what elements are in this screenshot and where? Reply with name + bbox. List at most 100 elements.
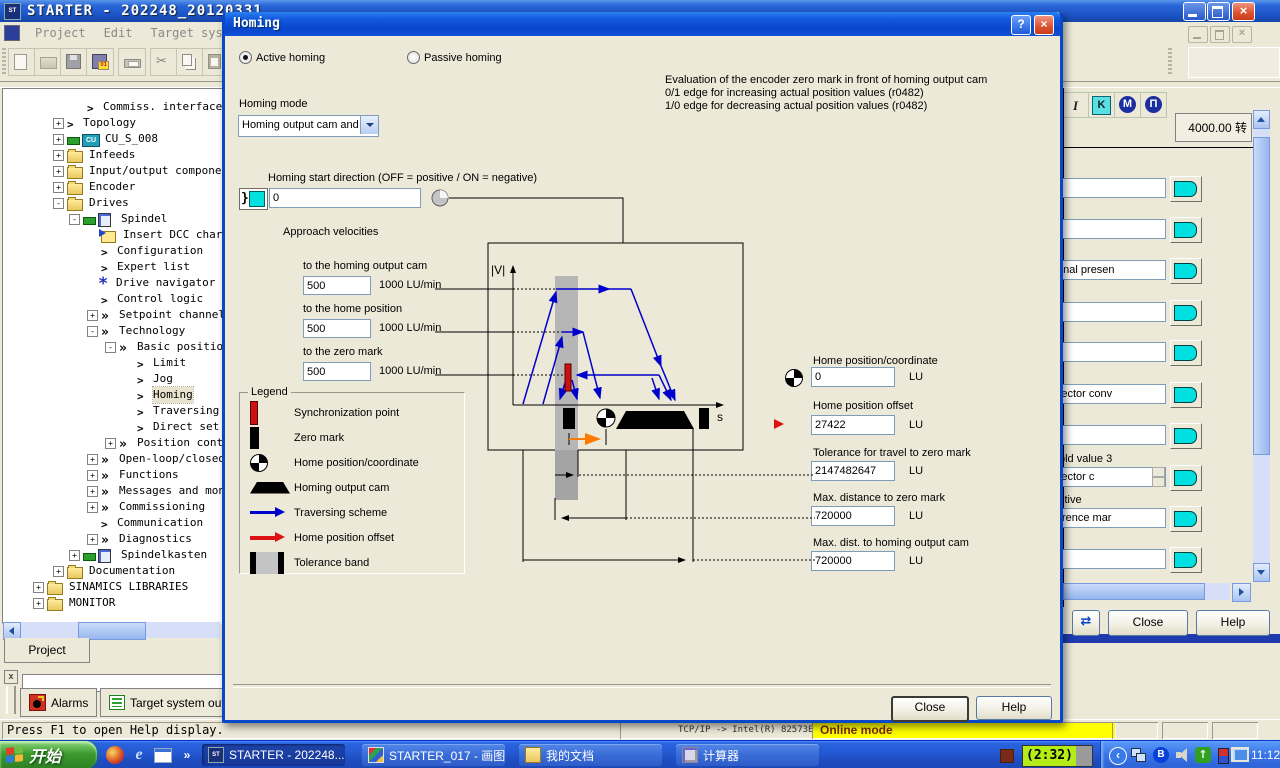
volume-icon[interactable] xyxy=(1175,747,1191,763)
tree-item-sinamics-libraries[interactable]: +SINAMICS LIBRARIES xyxy=(3,579,223,595)
spin-up-icon[interactable] xyxy=(1152,467,1165,477)
bico-connector-button-2[interactable] xyxy=(1170,258,1202,284)
dialog-close-button[interactable]: Close xyxy=(891,696,969,722)
homing-mode-select[interactable]: Homing output cam and encoder zero ma xyxy=(238,115,379,137)
dialog-help-icon[interactable]: ? xyxy=(1011,15,1031,35)
taskbar-button-starter-202248[interactable]: STSTARTER - 202248... xyxy=(202,744,345,766)
tree-item-open-loop-closed[interactable]: +Open-loop/closed xyxy=(3,451,223,467)
output-close-icon[interactable]: x xyxy=(4,670,18,684)
toolbar-open-project[interactable] xyxy=(34,48,62,76)
field-input-home-position-coordinate[interactable] xyxy=(811,367,895,387)
motor-icon[interactable]: M xyxy=(1114,92,1141,118)
tree-item-jog[interactable]: Jog xyxy=(3,371,223,387)
taskbar-button-item[interactable]: 计算器 xyxy=(676,744,819,766)
tree-item-expert-list[interactable]: Expert list xyxy=(3,259,223,275)
chevron-down-icon[interactable] xyxy=(360,116,378,134)
expand-icon[interactable]: + xyxy=(33,582,44,593)
bico-connector-button-1[interactable] xyxy=(1170,217,1202,243)
expand-icon[interactable]: + xyxy=(53,166,64,177)
field-input-home-position-offset[interactable] xyxy=(811,415,895,435)
tree-item-diagnostics[interactable]: +Diagnostics xyxy=(3,531,223,547)
desktop-icon-icon[interactable] xyxy=(154,748,172,763)
toolbar-copy[interactable] xyxy=(176,48,204,76)
expand-icon[interactable]: + xyxy=(87,534,98,545)
project-tab[interactable]: Project xyxy=(4,638,90,663)
tree-item-monitor[interactable]: +MONITOR xyxy=(3,595,223,611)
expand-icon[interactable]: + xyxy=(53,150,64,161)
tree-item-drives[interactable]: -Drives xyxy=(3,195,223,211)
expand-icon[interactable]: + xyxy=(53,134,64,145)
velocity-input-to-the-home-position[interactable] xyxy=(303,319,371,338)
tab-alarms[interactable]: Alarms xyxy=(20,688,97,717)
field-input-max-dist-to-homing-output-cam[interactable] xyxy=(811,551,895,571)
tree-item-commiss-interface[interactable]: Commiss. interface xyxy=(3,99,223,115)
collapse-chevron-icon[interactable]: ‹ xyxy=(1109,747,1127,765)
battery-icon[interactable] xyxy=(1218,748,1229,764)
scroll-down-icon[interactable] xyxy=(1253,563,1270,582)
bico-connector-button-9[interactable] xyxy=(1170,547,1202,573)
toolbar-grip-right[interactable] xyxy=(1168,48,1172,76)
menu-edit[interactable]: Edit xyxy=(95,26,142,40)
tree-item-commissioning[interactable]: +Commissioning xyxy=(3,499,223,515)
active-homing-radio[interactable] xyxy=(239,51,252,64)
panel-help-button[interactable]: Help xyxy=(1196,610,1270,636)
expand-icon[interactable]: + xyxy=(53,182,64,193)
bico-connector-button-0[interactable] xyxy=(1170,176,1202,202)
dialog-close-icon[interactable]: × xyxy=(1034,15,1054,35)
toolbar-new-document[interactable] xyxy=(8,48,36,76)
tree-item-spindel[interactable]: -Spindel xyxy=(3,211,223,227)
tree-item-setpoint-channel[interactable]: +Setpoint channel xyxy=(3,307,223,323)
scroll-right-icon[interactable] xyxy=(1232,583,1251,602)
bico-connector-button-5[interactable] xyxy=(1170,382,1202,408)
bico-connector-button-8[interactable] xyxy=(1170,506,1202,532)
limit-icon[interactable]: I xyxy=(1062,92,1089,118)
tree-item-technology[interactable]: -Technology xyxy=(3,323,223,339)
velocity-input-to-the-homing-output-cam[interactable] xyxy=(303,276,371,295)
tree-item-traversing[interactable]: Traversing xyxy=(3,403,223,419)
expand-icon[interactable]: + xyxy=(87,470,98,481)
mdi-close-button[interactable]: × xyxy=(1232,26,1252,43)
bico-connector-button-4[interactable] xyxy=(1170,340,1202,366)
expand-icon[interactable]: + xyxy=(87,486,98,497)
tree-item-infeeds[interactable]: +Infeeds xyxy=(3,147,223,163)
toolbar-cut[interactable]: ✂ xyxy=(150,48,178,76)
restore-button[interactable] xyxy=(1207,2,1230,21)
field-input-tolerance-for-travel-to-zero-mark[interactable] xyxy=(811,461,895,481)
toolbar-grip[interactable] xyxy=(2,48,6,76)
tree-item-drive-navigator[interactable]: Drive navigator xyxy=(3,275,223,291)
toolbar-save-project[interactable] xyxy=(60,48,88,76)
panel-hscroll-thumb[interactable] xyxy=(1063,583,1205,600)
start-button[interactable]: 开始 xyxy=(0,741,97,768)
bico-connector-button-7[interactable] xyxy=(1170,465,1202,491)
bico-connector-button-3[interactable] xyxy=(1170,300,1202,326)
dialog-help-button[interactable]: Help xyxy=(976,696,1052,720)
collapse-icon[interactable]: - xyxy=(105,342,116,353)
mdi-restore-button[interactable] xyxy=(1210,26,1230,43)
expand-icon[interactable]: + xyxy=(87,310,98,321)
expand-icon[interactable]: + xyxy=(33,598,44,609)
dialog-titlebar[interactable]: Homing ? × xyxy=(225,12,1060,36)
tree-item-homing[interactable]: Homing xyxy=(3,387,223,403)
tree-horizontal-scrollbar[interactable] xyxy=(3,622,220,638)
panel-close-button[interactable]: Close xyxy=(1108,610,1188,636)
tree-item-input-output-components[interactable]: +Input/output components xyxy=(3,163,223,179)
tree-item-configuration[interactable]: Configuration xyxy=(3,243,223,259)
usb-safely-remove-icon[interactable]: ↑ xyxy=(1195,747,1211,763)
tree-item-direct-set[interactable]: Direct set xyxy=(3,419,223,435)
pulse-icon[interactable]: Π xyxy=(1140,92,1167,118)
tree-item-functions[interactable]: +Functions xyxy=(3,467,223,483)
output-grip[interactable] xyxy=(6,686,16,714)
close-button[interactable]: × xyxy=(1232,2,1255,21)
toolbar-print[interactable] xyxy=(118,48,146,76)
tree-item-limit[interactable]: Limit xyxy=(3,355,223,371)
minimize-button[interactable] xyxy=(1183,2,1206,21)
spin-down-icon[interactable] xyxy=(1152,477,1165,487)
tree-item-position-cont[interactable]: +Position cont xyxy=(3,435,223,451)
expand-icon[interactable]: + xyxy=(105,438,116,449)
expand-icon[interactable]: + xyxy=(53,566,64,577)
quick-launch-overflow-icon[interactable]: » xyxy=(178,746,196,764)
collapse-icon[interactable]: - xyxy=(87,326,98,337)
panel-vertical-scrollbar[interactable] xyxy=(1253,110,1270,580)
scroll-up-icon[interactable] xyxy=(1253,110,1270,129)
tree-item-encoder[interactable]: +Encoder xyxy=(3,179,223,195)
